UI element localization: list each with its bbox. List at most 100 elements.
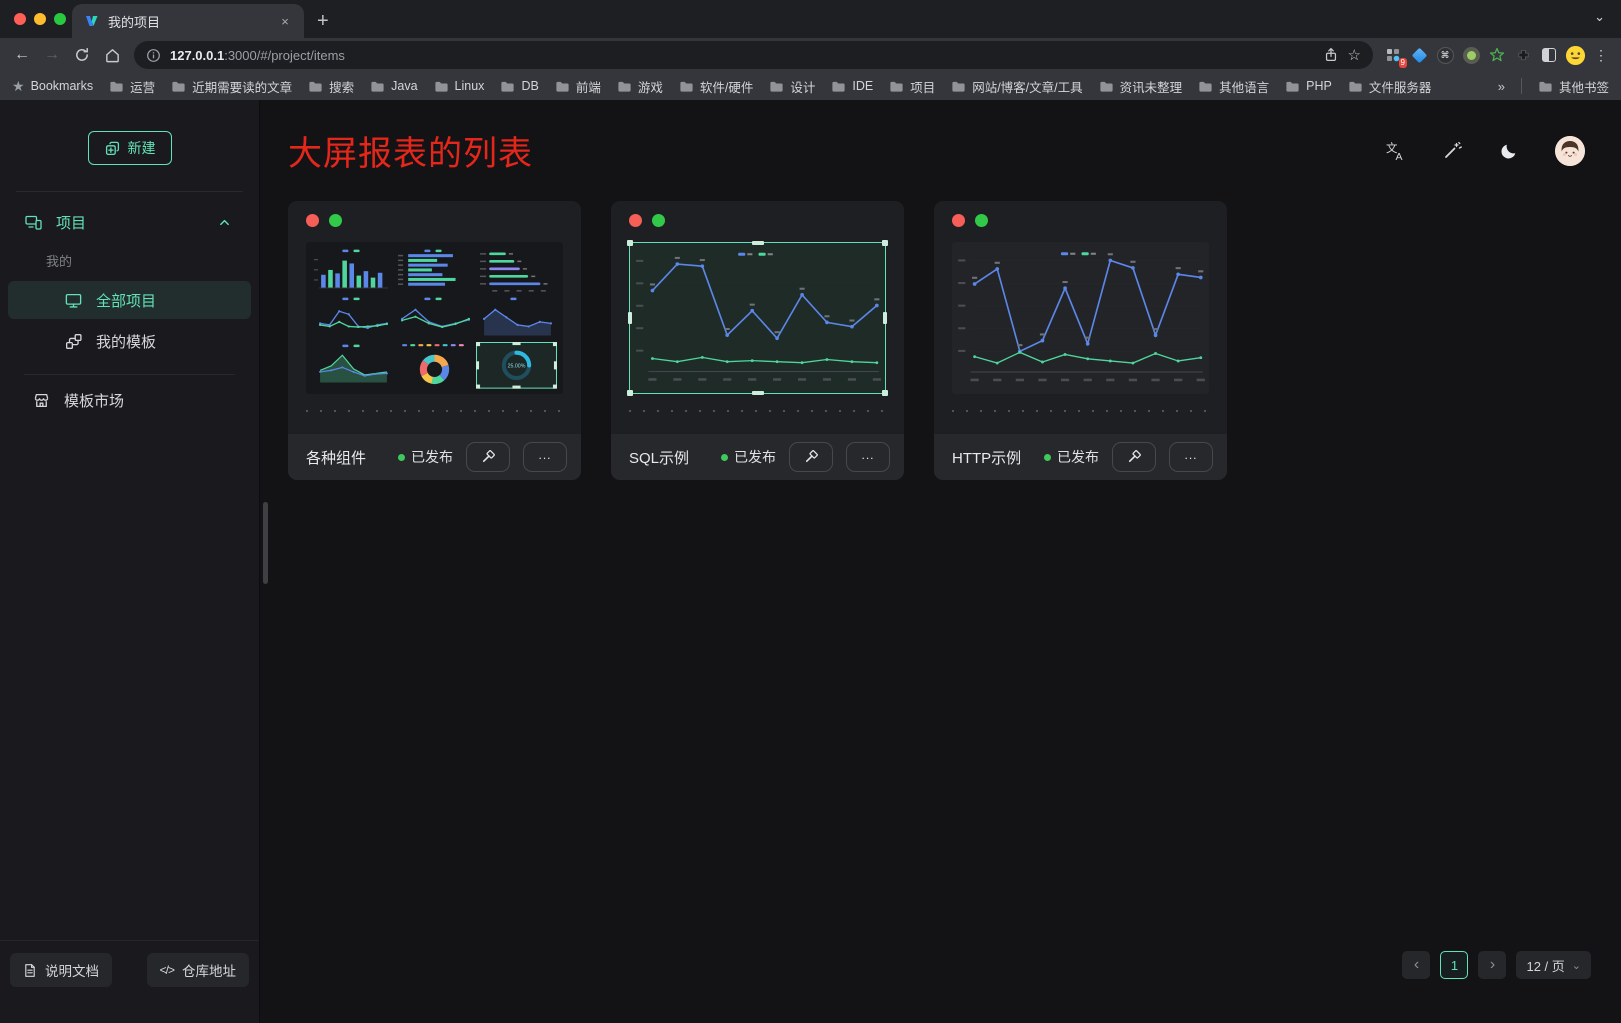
project-preview[interactable]: [952, 242, 1209, 394]
bookmark-folder[interactable]: Linux: [434, 77, 485, 96]
next-page-button[interactable]: ›: [1478, 951, 1506, 979]
bookmark-star-icon[interactable]: ☆: [1348, 46, 1361, 64]
selection-handle[interactable]: [627, 240, 633, 246]
language-icon[interactable]: 文A: [1384, 140, 1406, 162]
extension-icon-diamond[interactable]: [1407, 43, 1431, 67]
bookmark-folder[interactable]: 文件服务器: [1348, 77, 1432, 96]
back-icon[interactable]: ←: [8, 41, 36, 69]
sidebar-section-project[interactable]: 项目: [8, 200, 251, 243]
sidebar-item-all-projects[interactable]: 全部项目: [8, 281, 251, 319]
hammer-icon: [803, 449, 819, 465]
extension-icon-command[interactable]: ⌘: [1433, 43, 1457, 67]
preview-line-chart: [630, 243, 885, 393]
extension-icon-badge[interactable]: 9: [1381, 43, 1405, 67]
user-avatar[interactable]: [1555, 136, 1585, 166]
sidebar-item-my-templates[interactable]: 我的模板: [8, 322, 251, 360]
edit-project-button[interactable]: [1112, 442, 1156, 472]
page-size-value: 12 / 页: [1526, 956, 1564, 975]
magic-wand-icon[interactable]: [1442, 140, 1463, 161]
new-project-button[interactable]: 新建: [88, 131, 172, 165]
selection-handle[interactable]: [883, 312, 887, 324]
bookmark-folder[interactable]: 近期需要读的文章: [171, 77, 292, 96]
bookmark-folder[interactable]: 资讯未整理: [1099, 77, 1183, 96]
folder-icon: [1538, 79, 1553, 94]
bookmark-folder[interactable]: Java: [370, 77, 417, 96]
browser-toolbar: ← → 127.0.0.1:3000/#/project/items ☆ 9 ⌘: [0, 38, 1621, 72]
minimize-window-button[interactable]: [34, 13, 46, 25]
extension-icon-star[interactable]: [1485, 43, 1509, 67]
repo-button[interactable]: </> 仓库地址: [147, 953, 249, 987]
bookmark-folder[interactable]: PHP: [1285, 77, 1332, 96]
page-header: 大屏报表的列表 文A: [260, 100, 1621, 175]
template-icon: [64, 332, 83, 351]
selection-handle[interactable]: [628, 312, 632, 324]
bookmark-folder[interactable]: 搜索: [308, 77, 354, 96]
card-dot-red: [306, 214, 319, 227]
scrollbar-thumb[interactable]: [263, 502, 268, 584]
bookmarks-overflow-icon[interactable]: »: [1498, 79, 1505, 94]
zoom-window-button[interactable]: [54, 13, 66, 25]
browser-tab[interactable]: 我的项目 ×: [72, 4, 304, 38]
tab-close-icon[interactable]: ×: [276, 12, 294, 30]
status-dot-icon: [398, 454, 405, 461]
prev-page-button[interactable]: ‹: [1402, 951, 1430, 979]
dark-mode-moon-icon[interactable]: [1499, 141, 1519, 161]
sidebar-item-template-market[interactable]: 模板市场: [8, 381, 251, 419]
bookmarks-root[interactable]: ★ Bookmarks: [12, 78, 93, 95]
goview-favicon: [84, 13, 100, 29]
docs-button[interactable]: 说明文档: [10, 953, 112, 987]
other-bookmarks[interactable]: 其他书签: [1538, 77, 1609, 96]
extension-icon-darkreader[interactable]: [1537, 43, 1561, 67]
pagination: ‹ 1 › 12 / 页 ⌄: [1402, 951, 1591, 979]
bookmark-folder[interactable]: 运营: [109, 77, 155, 96]
bookmark-folder[interactable]: 软件/硬件: [679, 77, 753, 96]
folder-icon: [889, 79, 904, 94]
project-preview[interactable]: [629, 242, 886, 394]
folder-icon: [769, 79, 784, 94]
bookmark-folder[interactable]: 游戏: [617, 77, 663, 96]
home-icon[interactable]: [98, 41, 126, 69]
bookmark-folder[interactable]: 项目: [889, 77, 935, 96]
site-info-icon[interactable]: [146, 48, 161, 63]
extension-icon-puzzle[interactable]: [1511, 43, 1535, 67]
selection-handle[interactable]: [882, 240, 888, 246]
url-text[interactable]: 127.0.0.1:3000/#/project/items: [170, 48, 1314, 63]
selection-handle[interactable]: [882, 390, 888, 396]
selection-handle[interactable]: [752, 241, 764, 245]
folder-icon: [109, 79, 124, 94]
project-card[interactable]: 25.00% 各种组件 已发布 ...: [288, 201, 581, 480]
dotted-divider: [300, 410, 569, 412]
bookmark-folder[interactable]: 设计: [769, 77, 815, 96]
browser-menu-icon[interactable]: ⋮: [1589, 43, 1613, 67]
mini-chart-area2: [312, 342, 393, 389]
bookmark-folder[interactable]: DB: [500, 77, 538, 96]
url-bar[interactable]: 127.0.0.1:3000/#/project/items ☆: [134, 41, 1373, 69]
selection-handle[interactable]: [627, 390, 633, 396]
new-tab-button[interactable]: +: [317, 11, 329, 31]
sidebar-section-label: 项目: [56, 212, 86, 233]
more-actions-button[interactable]: ...: [1169, 442, 1213, 472]
edit-project-button[interactable]: [789, 442, 833, 472]
edit-project-button[interactable]: [466, 442, 510, 472]
bookmark-folder[interactable]: 前端: [555, 77, 601, 96]
bookmark-folder[interactable]: IDE: [831, 77, 873, 96]
more-actions-button[interactable]: ...: [846, 442, 890, 472]
bookmark-folder[interactable]: 网站/博客/文章/工具: [951, 77, 1082, 96]
bookmarks-separator: [1521, 78, 1522, 94]
project-preview[interactable]: 25.00%: [306, 242, 563, 394]
chevron-up-icon[interactable]: [218, 216, 231, 229]
share-icon[interactable]: [1323, 47, 1339, 63]
extension-icon-circle[interactable]: [1459, 43, 1483, 67]
selection-handle[interactable]: [752, 391, 764, 395]
card-footer: 各种组件 已发布 ...: [288, 434, 581, 480]
close-window-button[interactable]: [14, 13, 26, 25]
current-page[interactable]: 1: [1440, 951, 1468, 979]
tab-search-icon[interactable]: ⌄: [1594, 9, 1605, 25]
profile-avatar-icon[interactable]: [1563, 43, 1587, 67]
project-card[interactable]: SQL示例 已发布 ...: [611, 201, 904, 480]
more-actions-button[interactable]: ...: [523, 442, 567, 472]
bookmark-folder[interactable]: 其他语言: [1198, 77, 1269, 96]
project-card[interactable]: HTTP示例 已发布 ...: [934, 201, 1227, 480]
page-size-select[interactable]: 12 / 页 ⌄: [1516, 951, 1591, 979]
reload-icon[interactable]: [68, 41, 96, 69]
